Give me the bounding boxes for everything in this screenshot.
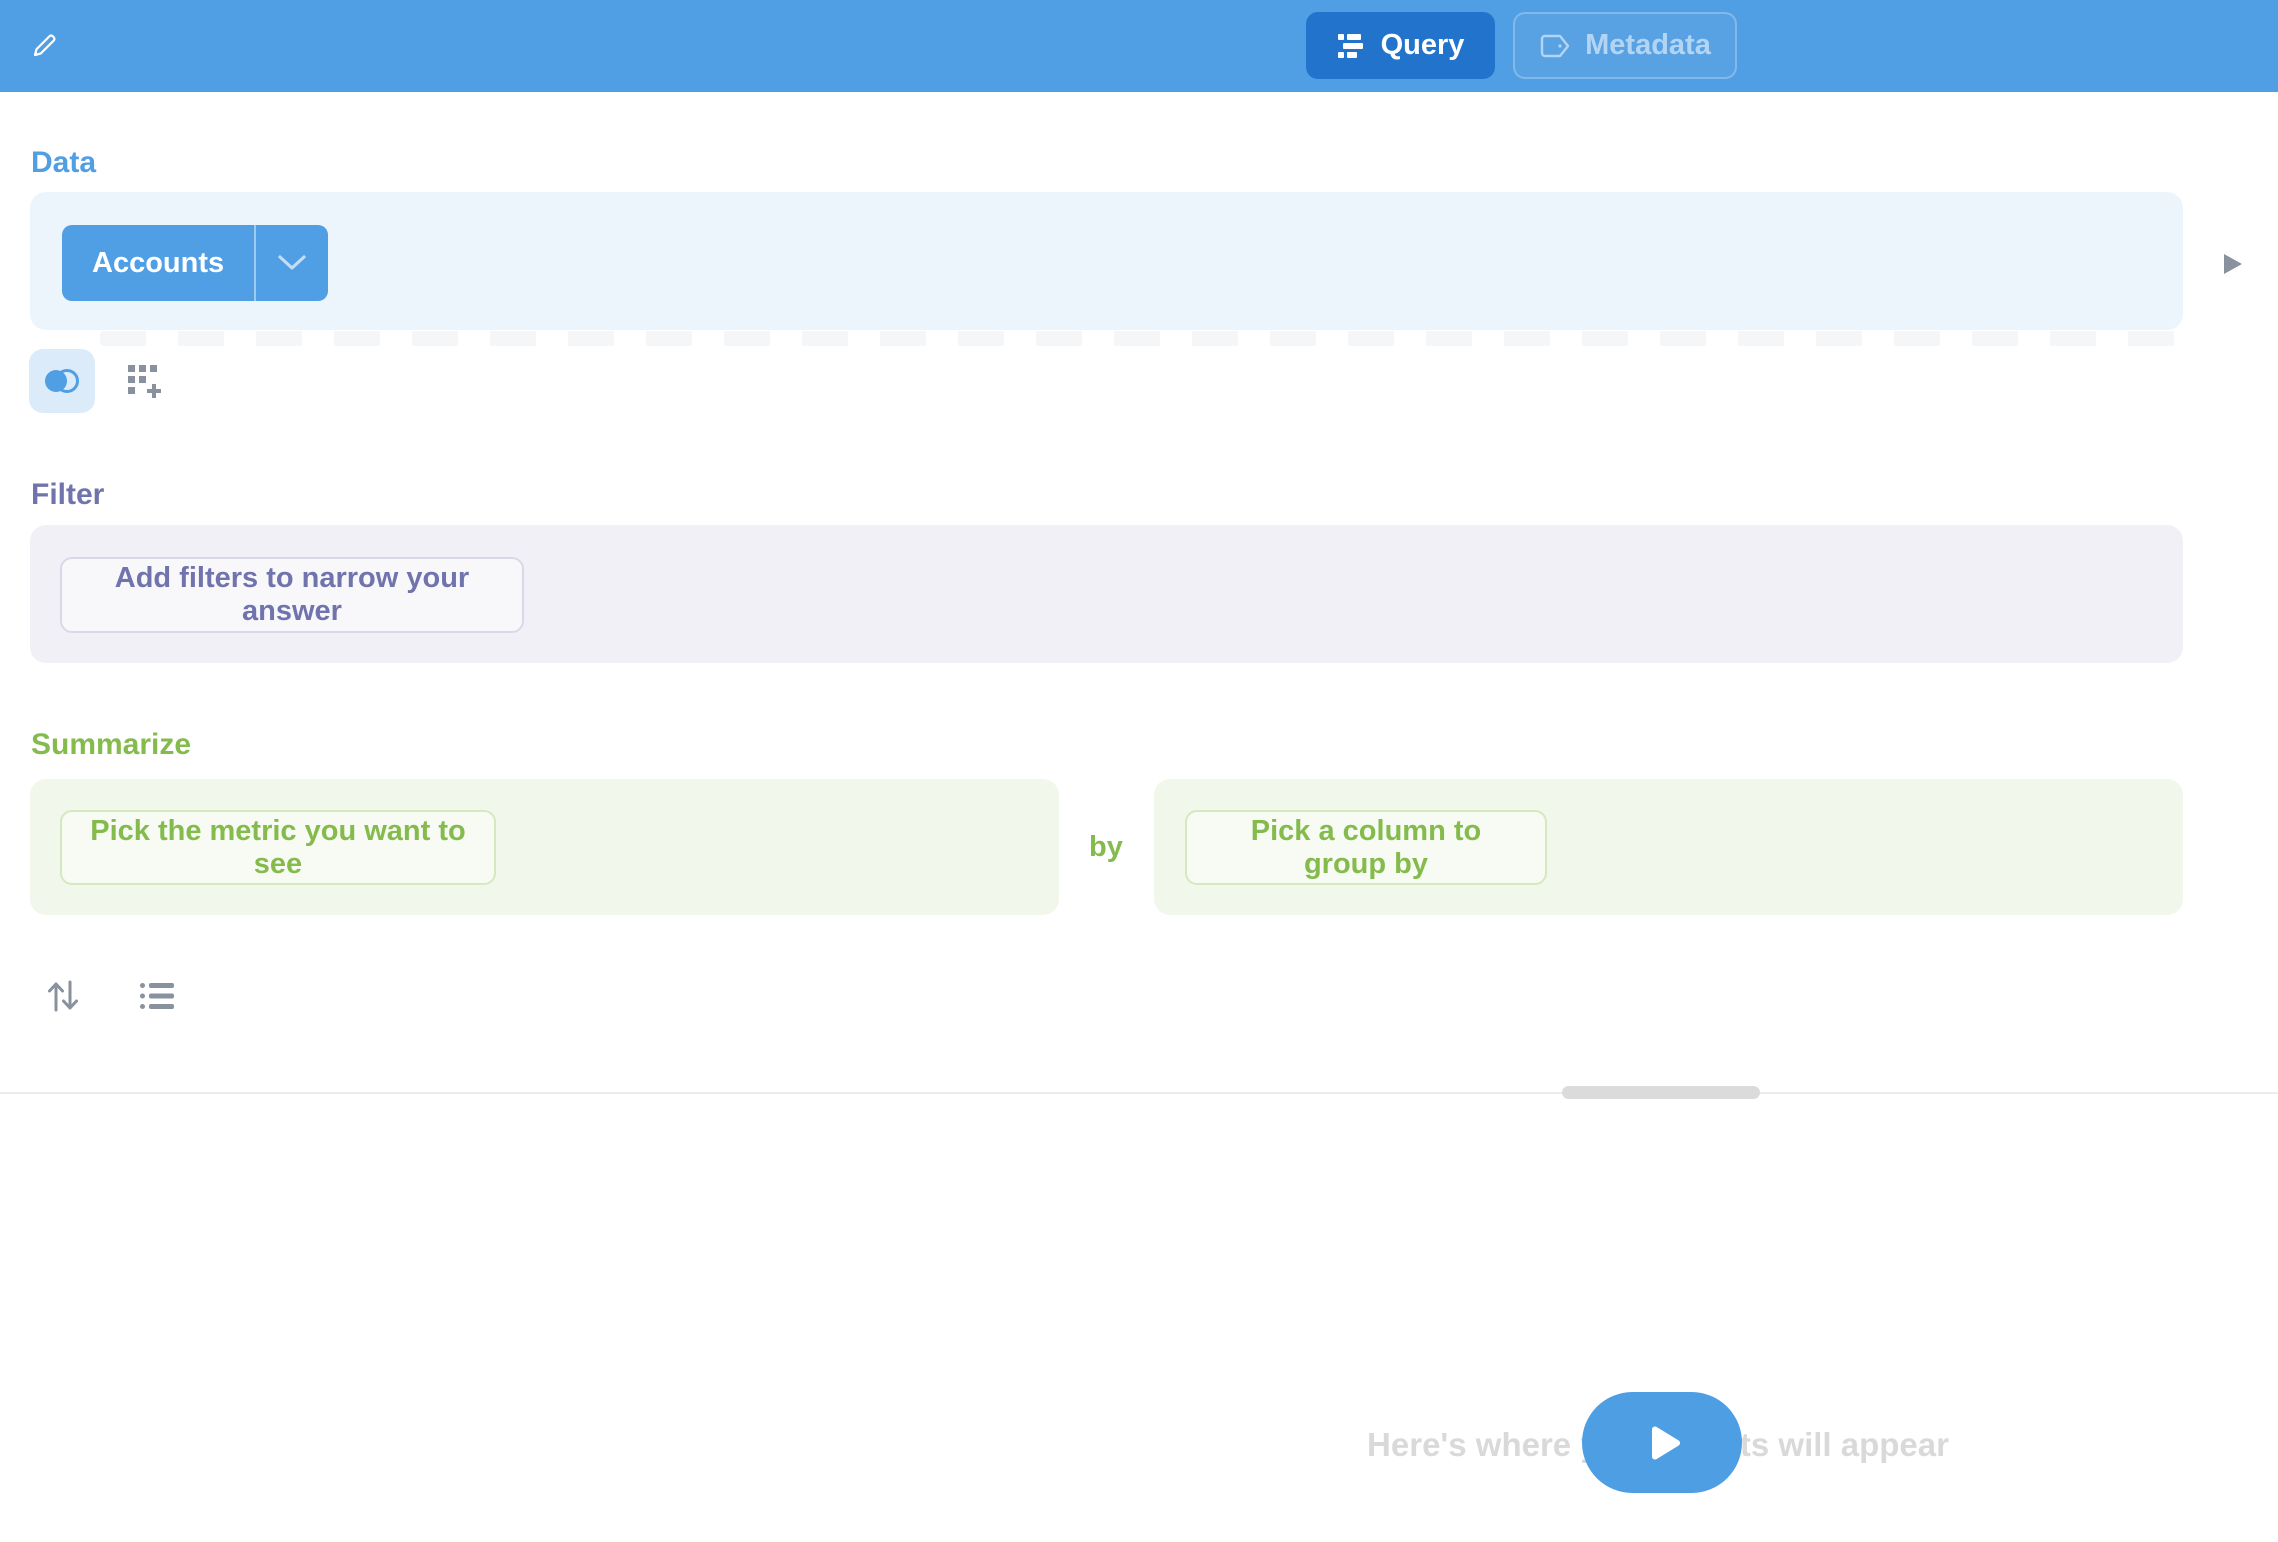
faded-columns-row xyxy=(100,331,2180,346)
edit-question-button[interactable] xyxy=(24,24,66,66)
summarize-groupby-container: Pick a column to group by xyxy=(1154,779,2183,915)
run-query-button[interactable] xyxy=(1582,1392,1742,1493)
data-source-label[interactable]: Accounts xyxy=(62,225,254,301)
notebook-icon xyxy=(1337,32,1367,60)
tab-metadata-label: Metadata xyxy=(1585,29,1711,62)
pick-metric-button[interactable]: Pick the metric you want to see xyxy=(60,810,496,885)
pencil-icon xyxy=(30,30,60,60)
top-header-bar: Query Metadata xyxy=(0,0,2278,92)
play-icon xyxy=(2219,251,2245,277)
join-venn-icon xyxy=(42,367,82,395)
filter-step-container: Add filters to narrow your answer xyxy=(30,525,2183,663)
tab-query[interactable]: Query xyxy=(1306,12,1495,79)
preview-step-button[interactable] xyxy=(2212,244,2252,284)
filter-step-title: Filter xyxy=(31,478,104,512)
data-step-title: Data xyxy=(31,146,96,180)
run-play-icon xyxy=(1642,1425,1682,1461)
sort-arrows-icon xyxy=(45,979,81,1013)
summarize-metric-container: Pick the metric you want to see xyxy=(30,779,1059,915)
add-filter-button[interactable]: Add filters to narrow your answer xyxy=(60,557,524,633)
query-builder-page: Query Metadata Data Accounts xyxy=(0,0,2278,1542)
resize-drag-handle[interactable] xyxy=(1562,1086,1760,1099)
tab-metadata[interactable]: Metadata xyxy=(1513,12,1737,79)
data-step-container: Accounts xyxy=(30,192,2183,330)
pane-divider xyxy=(0,1092,2278,1094)
tab-query-label: Query xyxy=(1381,29,1465,62)
pick-group-column-button[interactable]: Pick a column to group by xyxy=(1185,810,1547,885)
row-limit-button[interactable] xyxy=(136,976,178,1016)
list-icon xyxy=(139,981,175,1011)
tag-icon xyxy=(1539,33,1571,59)
data-source-button[interactable]: Accounts xyxy=(62,225,328,301)
chevron-down-icon[interactable] xyxy=(256,225,328,301)
custom-column-button[interactable] xyxy=(122,359,168,403)
summarize-step-title: Summarize xyxy=(31,728,191,762)
custom-column-icon xyxy=(127,364,163,398)
join-data-button[interactable] xyxy=(29,349,95,413)
sort-step-button[interactable] xyxy=(42,976,84,1016)
summarize-by-connector: by xyxy=(1089,831,1123,864)
